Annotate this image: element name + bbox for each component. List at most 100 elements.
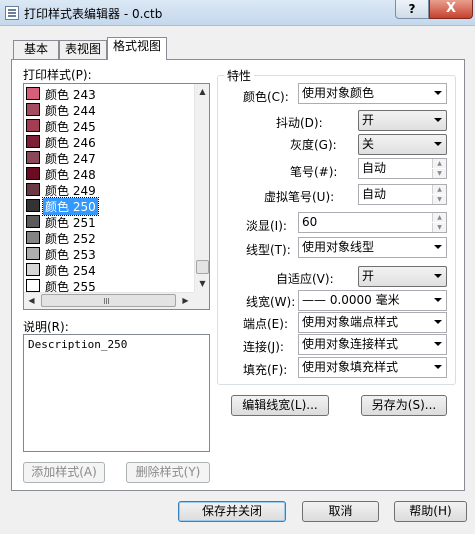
screening-spinner[interactable]: 60 ▲ ▼ [298,212,447,233]
chevron-down-icon [434,118,442,122]
line-end-dropdown[interactable]: 使用对象端点样式 [298,312,447,333]
list-item[interactable]: 颜色 247 [25,149,194,166]
list-item[interactable]: 颜色 250 [25,197,194,216]
color-swatch [26,183,40,196]
tab-table-view[interactable]: 表视图 [59,40,107,59]
line-end-value: 使用对象端点样式 [302,315,399,329]
scroll-down-icon[interactable]: ▼ [195,276,209,291]
spin-up-icon[interactable]: ▲ [432,213,446,222]
chevron-down-icon [434,298,442,302]
color-swatch [26,135,40,148]
list-item[interactable]: 颜色 252 [25,229,194,246]
virtual-pen-label: 虚拟笔号(U): [264,190,335,204]
color-swatch [26,87,40,100]
cancel-button[interactable]: 取消 [302,501,379,522]
list-item[interactable]: 颜色 243 [25,85,194,102]
horizontal-scroll-thumb[interactable] [41,294,176,307]
add-style-button[interactable]: 添加样式(A) [23,462,105,483]
properties-group-title: 特性 [224,67,255,84]
description-textarea[interactable]: Description_250 [23,334,210,452]
horizontal-scrollbar[interactable]: ◀ ▶ [24,292,194,309]
grayscale-label: 灰度(G): [290,138,337,152]
scroll-left-icon[interactable]: ◀ [24,293,39,308]
chevron-down-icon [434,142,442,146]
chevron-down-icon [434,342,442,346]
dither-dropdown[interactable]: 开 [358,110,447,131]
grayscale-dropdown[interactable]: 关 [358,134,447,155]
spin-down-icon[interactable]: ▼ [432,169,446,178]
color-swatch [26,247,40,260]
line-join-dropdown[interactable]: 使用对象连接样式 [298,334,447,355]
pen-number-label: 笔号(#): [290,165,338,179]
description-label: 说明(R): [23,320,69,334]
spin-up-icon[interactable]: ▲ [432,159,446,168]
lineweight-dropdown[interactable]: —— 0.0000 毫米 [298,290,447,311]
screening-value: 60 [302,215,318,229]
color-swatch [26,119,40,132]
line-end-label: 端点(E): [243,317,288,331]
list-item[interactable]: 颜色 249 [25,181,194,198]
list-item[interactable]: 颜色 251 [25,213,194,230]
color-swatch [26,231,40,244]
pen-number-spinner[interactable]: 自动 ▲ ▼ [358,158,447,179]
spin-down-icon[interactable]: ▼ [432,195,446,204]
edit-lineweights-button[interactable]: 编辑线宽(L)... [231,395,329,416]
color-swatch [26,167,40,180]
color-label: 颜色(C): [243,90,289,104]
fill-dropdown[interactable]: 使用对象填充样式 [298,357,447,378]
color-value: 使用对象颜色 [302,86,375,100]
chevron-down-icon [434,320,442,324]
tab-general[interactable]: 基本 [13,40,59,59]
chevron-down-icon [434,365,442,369]
linetype-dropdown[interactable]: 使用对象线型 [298,237,447,258]
color-swatch [26,199,40,212]
chevron-down-icon [434,245,442,249]
help-button[interactable]: ? [395,0,429,19]
print-styles-label: 打印样式(P): [23,68,92,82]
dither-value: 开 [362,113,375,127]
adaptive-label: 自适应(V): [276,272,334,286]
scroll-corner [194,292,209,309]
help-dialog-button[interactable]: 帮助(H) [394,501,467,522]
close-button[interactable]: X [429,0,473,19]
line-join-value: 使用对象连接样式 [302,337,399,351]
vertical-scrollbar[interactable]: ▲ ▼ [194,84,209,292]
pen-number-value: 自动 [362,161,387,175]
screening-label: 淡显(I): [246,219,287,233]
chevron-down-icon [434,274,442,278]
linetype-label: 线型(T): [246,243,291,257]
spin-down-icon[interactable]: ▼ [432,223,446,232]
virtual-pen-spinner[interactable]: 自动 ▲ ▼ [358,184,447,205]
fill-value: 使用对象填充样式 [302,360,399,374]
list-item[interactable]: 颜色 245 [25,117,194,134]
color-swatch [26,215,40,228]
print-styles-list[interactable]: 颜色 243 颜色 244 颜色 245 颜色 246 颜色 247 颜色 248 颜色 2… [23,83,210,310]
lineweight-value: —— 0.0000 毫米 [302,293,400,307]
spin-up-icon[interactable]: ▲ [432,185,446,194]
app-icon [5,6,19,20]
adaptive-dropdown[interactable]: 开 [358,266,447,287]
list-item[interactable]: 颜色 244 [25,101,194,118]
list-item[interactable]: 颜色 253 [25,245,194,262]
vertical-scroll-thumb[interactable] [196,260,209,274]
list-item[interactable]: 颜色 255 [25,277,194,294]
linetype-value: 使用对象线型 [302,240,375,254]
window-title: 打印样式表编辑器 - 0.ctb [24,7,163,21]
virtual-pen-value: 自动 [362,187,387,201]
list-item[interactable]: 颜色 248 [25,165,194,182]
fill-label: 填充(F): [243,363,288,377]
color-swatch [26,263,40,276]
save-as-button[interactable]: 另存为(S)... [361,395,447,416]
color-swatch [26,279,40,292]
save-close-button[interactable]: 保存并关闭 [178,501,286,522]
delete-style-button[interactable]: 删除样式(Y) [126,462,210,483]
color-swatch [26,151,40,164]
adaptive-value: 开 [362,269,375,283]
color-dropdown[interactable]: 使用对象颜色 [298,83,447,104]
color-swatch [26,103,40,116]
scroll-up-icon[interactable]: ▲ [195,84,209,99]
list-item[interactable]: 颜色 246 [25,133,194,150]
list-item[interactable]: 颜色 254 [25,261,194,278]
scroll-right-icon[interactable]: ▶ [178,293,193,308]
tab-form-view[interactable]: 格式视图 [107,37,167,60]
